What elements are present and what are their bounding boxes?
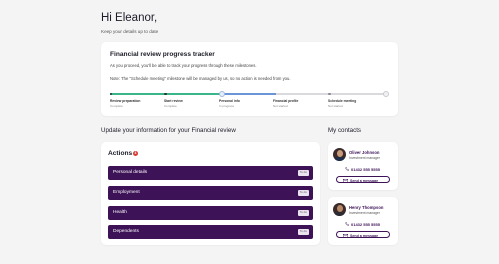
action-label: Health <box>113 210 127 216</box>
progress-tracker-card: Financial review progress tracker As you… <box>101 42 398 116</box>
step-label: Review preparation <box>110 99 141 103</box>
status-badge: To do <box>297 210 309 216</box>
send-message-button[interactable]: Send a message <box>336 176 390 183</box>
step-status: Not started <box>273 103 288 108</box>
step-label: Personal info <box>219 99 240 103</box>
step-status: Not started <box>328 103 343 108</box>
contact-phone[interactable]: 01432 555 5555 <box>351 167 380 172</box>
milestone-dot-end <box>383 90 389 97</box>
step-label: Financial profile <box>273 99 299 103</box>
message-icon <box>343 178 348 183</box>
status-badge: To do <box>297 229 309 235</box>
step-label: Start review <box>164 99 183 103</box>
track-segment-progress <box>222 93 274 95</box>
tracker-description: As you proceed, you'll be able to track … <box>110 63 257 68</box>
tracker-title: Financial review progress tracker <box>110 51 215 58</box>
milestone-dot-review-preparation <box>109 92 113 96</box>
greeting-title: Hi Eleanor, <box>101 12 158 24</box>
contact-name: Oliver Johnson <box>349 150 380 155</box>
action-label: Personal details <box>113 170 148 176</box>
send-message-label: Send a message <box>350 233 379 238</box>
send-message-label: Send a message <box>350 178 379 183</box>
tracker-note: Note: The "Schedule meeting" milestone w… <box>110 76 291 81</box>
contact-card-oliver-johnson: Oliver Johnson Investment manager 01432 … <box>328 142 398 190</box>
phone-icon <box>345 222 349 226</box>
milestone-dot-personal-info <box>219 90 225 97</box>
action-personal-details[interactable]: Personal details To do <box>108 166 313 180</box>
avatar <box>333 203 346 216</box>
contact-phone[interactable]: 01432 555 5555 <box>351 222 380 227</box>
phone-icon <box>345 167 349 171</box>
milestone-dot-financial-profile <box>273 92 277 96</box>
action-health[interactable]: Health To do <box>108 206 313 220</box>
contacts-title: My contacts <box>328 127 362 134</box>
actions-card: Actions 4 Personal details To do Employm… <box>101 142 320 245</box>
greeting-subtitle: Keep your details up to date <box>101 29 159 34</box>
update-section-title: Update your information for your Financi… <box>101 127 236 134</box>
step-status: In progress <box>219 103 235 108</box>
step-label: Schedule meeting <box>328 99 357 103</box>
actions-count-badge: 4 <box>133 151 138 156</box>
action-employment[interactable]: Employment To do <box>108 186 313 200</box>
milestone-dot-schedule-meeting <box>328 92 331 96</box>
action-label: Dependents <box>113 229 139 235</box>
action-label: Employment <box>113 190 140 196</box>
message-icon <box>343 233 348 238</box>
status-badge: To do <box>297 190 309 196</box>
contact-card-henry-thompson: Henry Thompson Investment manager 01432 … <box>328 197 398 245</box>
milestone-dot-start-review <box>164 92 167 96</box>
status-badge: To do <box>297 170 309 176</box>
contact-role: Investment manager <box>349 155 380 160</box>
contact-name: Henry Thompson <box>349 205 384 210</box>
contact-role: Investment manager <box>349 210 380 215</box>
step-status: Complete <box>164 103 177 108</box>
actions-heading: Actions <box>108 150 133 157</box>
send-message-button[interactable]: Send a message <box>336 231 390 238</box>
step-status: Complete <box>110 103 123 108</box>
avatar <box>333 148 346 161</box>
action-dependents[interactable]: Dependents To do <box>108 225 313 239</box>
